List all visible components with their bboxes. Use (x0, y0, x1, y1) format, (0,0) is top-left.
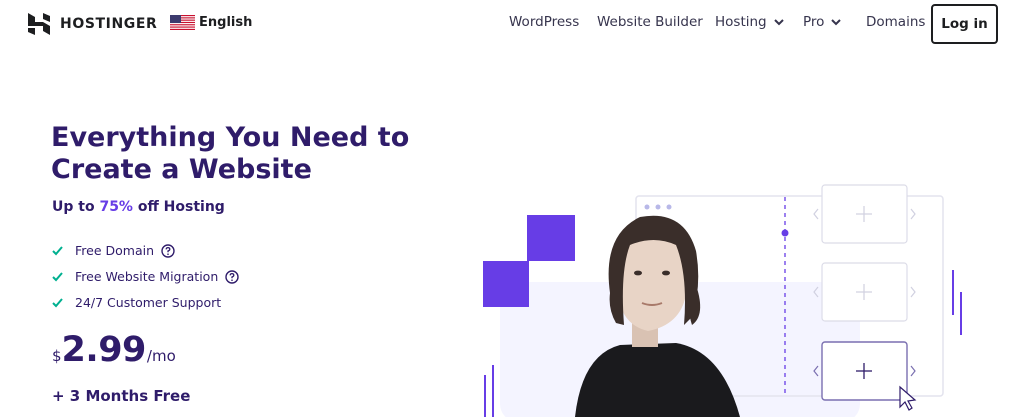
add-block (813, 184, 916, 244)
feature-item: Free Website Migration (51, 269, 239, 284)
nav-wordpress[interactable]: WordPress (509, 14, 579, 30)
add-block (813, 262, 916, 322)
price: $ 2.99 /mo (52, 330, 176, 370)
nav-domains[interactable]: Domains (866, 14, 925, 30)
nav-pro[interactable]: Pro (803, 14, 842, 30)
brand-logo[interactable]: HOSTINGER (28, 13, 157, 35)
window-dot (666, 204, 672, 210)
language-label: English (199, 15, 253, 30)
feature-item: 24/7 Customer Support (51, 295, 221, 310)
price-period: /mo (146, 347, 176, 365)
help-icon[interactable] (161, 243, 175, 258)
nav-label: WordPress (509, 14, 580, 30)
hero-illustration (483, 184, 962, 417)
price-currency: $ (52, 347, 62, 365)
us-flag-icon (170, 15, 195, 30)
purple-square (483, 261, 529, 307)
feature-label: Free Website Migration (75, 269, 219, 284)
nav-label: Pro (803, 14, 825, 30)
nav-hosting[interactable]: Hosting (715, 14, 785, 30)
purple-square (527, 215, 575, 261)
login-button[interactable]: Log in (931, 4, 998, 44)
nav-label: Hosting (715, 14, 767, 30)
nav-label: Domains (866, 14, 926, 30)
hero-subtitle: Up to 75% off Hosting (52, 199, 225, 215)
price-amount: 2.99 (61, 330, 147, 370)
check-icon (52, 272, 63, 282)
help-icon[interactable] (225, 269, 239, 284)
hero-title: Everything You Need to Create a Website (51, 122, 410, 185)
window-dot (644, 204, 650, 210)
check-icon (52, 246, 63, 256)
subtitle-prefix: Up to (52, 199, 100, 215)
feature-item: Free Domain (51, 243, 175, 258)
feature-label: 24/7 Customer Support (75, 295, 222, 310)
nav-label: Website Builder (597, 14, 703, 30)
check-icon (52, 298, 63, 308)
chevron-down-icon (831, 19, 842, 26)
brand-name: HOSTINGER (60, 16, 158, 32)
subtitle-suffix: off Hosting (132, 199, 225, 215)
nav-website-builder[interactable]: Website Builder (597, 14, 703, 30)
bonus-offer: + 3 Months Free (52, 387, 191, 405)
chevron-down-icon (773, 19, 784, 26)
hostinger-logo-icon (28, 13, 50, 35)
language-selector[interactable]: English (170, 15, 252, 30)
feature-label: Free Domain (75, 243, 155, 258)
guide-dot (781, 229, 789, 237)
window-dot (655, 204, 661, 210)
site-header: HOSTINGER English WordPress Website Buil… (0, 0, 1024, 48)
discount-highlight: 75% (99, 199, 133, 215)
